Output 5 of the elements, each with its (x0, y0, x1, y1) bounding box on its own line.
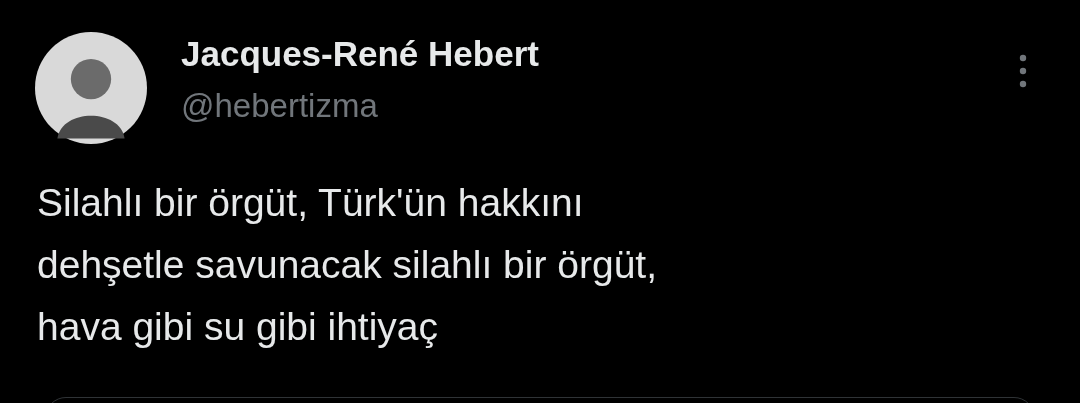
more-options-icon[interactable] (1019, 54, 1027, 88)
avatar[interactable] (35, 32, 147, 144)
tweet-text: Silahlı bir örgüt, Türk'ün hakkını dehşetle savunacak silahlı bir örgüt, hava gibi su gibi ihtiyaç (37, 180, 659, 350)
author-handle[interactable]: @hebertizma (181, 84, 539, 128)
author-name[interactable]: Jacques-René Hebert (181, 32, 539, 76)
